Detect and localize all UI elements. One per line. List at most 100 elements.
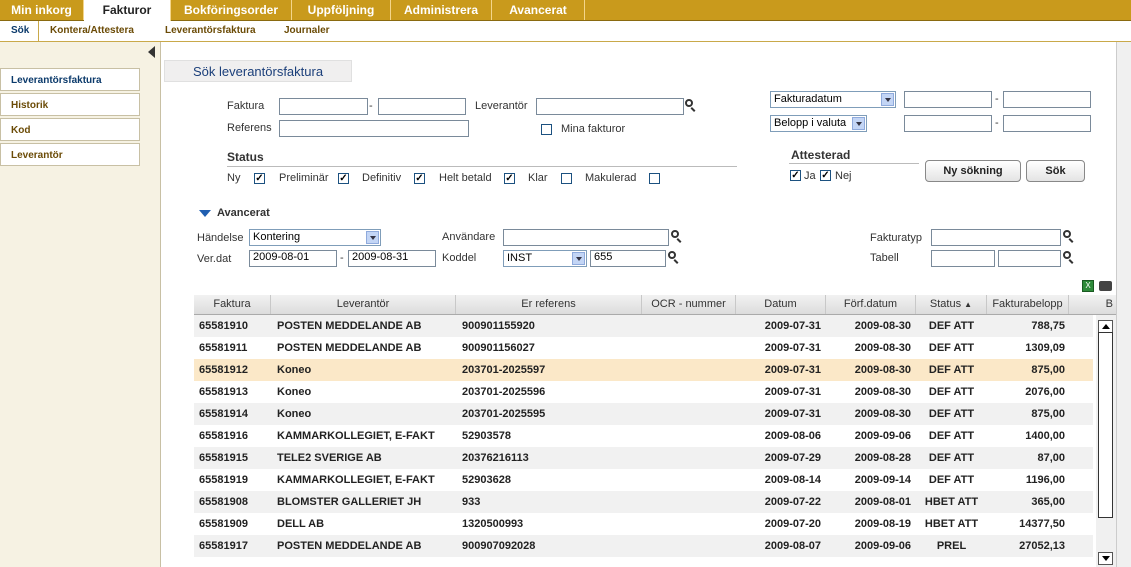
table-row[interactable]: 65581911 POSTEN MEDDELANDE AB 900901156027…: [194, 337, 1093, 359]
table-row[interactable]: 65581915 TELE2 SVERIGE AB 20376216113 2009-…: [194, 447, 1093, 469]
excel-export-icon[interactable]: X: [1082, 280, 1094, 292]
cell-fakturabelopp: 27052,13: [1019, 540, 1065, 552]
verdat-from-input[interactable]: 2009-08-01: [249, 250, 337, 267]
anvandare-input[interactable]: [503, 229, 669, 246]
leverantor-search-icon[interactable]: [685, 99, 693, 107]
column-header-ocr[interactable]: OCR - nummer: [642, 295, 736, 314]
column-header-fakturabelopp[interactable]: Fakturabelopp: [987, 295, 1069, 314]
new-search-button[interactable]: Ny sökning: [925, 160, 1021, 182]
table-row[interactable]: 65581917 POSTEN MEDDELANDE AB 900907092028…: [194, 535, 1093, 557]
faktura-dash: -: [369, 100, 373, 112]
column-header-forf-datum[interactable]: Förf.datum: [826, 295, 916, 314]
cell-faktura: 65581908: [199, 496, 248, 508]
tab-bokforingsorder[interactable]: Bokföringsorder: [171, 0, 292, 20]
sidebar-item-leverantorsfaktura[interactable]: Leverantörsfaktura: [0, 68, 140, 91]
table-row[interactable]: 65581916 KAMMARKOLLEGIET, E-FAKT 52903578 2…: [194, 425, 1093, 447]
page-scroll-up-icon[interactable]: [1119, 44, 1131, 54]
referens-input[interactable]: [279, 120, 469, 137]
faktura-from-input[interactable]: [279, 98, 368, 115]
table-row[interactable]: 65581919 KAMMARKOLLEGIET, E-FAKT 52903628 2…: [194, 469, 1093, 491]
column-header-b[interactable]: B: [1069, 295, 1116, 314]
scroll-down-icon[interactable]: [1098, 552, 1113, 565]
anvandare-search-icon[interactable]: [671, 230, 679, 238]
status-ny-checkbox[interactable]: ✓: [254, 173, 265, 184]
main-content: Sök leverantörsfaktura Faktura - Leveran…: [161, 42, 1116, 567]
collapse-sidebar-icon[interactable]: [148, 46, 155, 58]
amount-type-select[interactable]: Belopp i valuta: [770, 115, 867, 132]
cell-status: DEF ATT: [928, 320, 975, 332]
scroll-thumb[interactable]: [1098, 332, 1113, 518]
status-divider: [227, 166, 737, 167]
verdat-to-input[interactable]: 2009-08-31: [348, 250, 436, 267]
fakturatyp-input[interactable]: [931, 229, 1061, 246]
leverantor-input[interactable]: [536, 98, 684, 115]
table-row[interactable]: 65581910 POSTEN MEDDELANDE AB 900901155920…: [194, 315, 1093, 337]
cell-status: DEF ATT: [928, 452, 975, 464]
date-from-input[interactable]: [904, 91, 992, 108]
cell-forf-datum: 2009-08-30: [854, 364, 911, 376]
attesterad-ja-checkbox[interactable]: ✓: [790, 170, 801, 181]
table-row[interactable]: 65581909 DELL AB 1320500993 2009-07-20 2009-…: [194, 513, 1093, 535]
print-icon[interactable]: [1099, 281, 1112, 291]
koddel-input[interactable]: 655: [590, 250, 666, 267]
amount-to-input[interactable]: [1003, 115, 1091, 132]
status-definitiv-checkbox[interactable]: ✓: [414, 173, 425, 184]
advanced-title[interactable]: Avancerat: [217, 207, 270, 219]
handelse-select[interactable]: Kontering: [249, 229, 381, 246]
status-klar-label: Klar: [528, 172, 548, 184]
cell-datum: 2009-07-31: [764, 364, 821, 376]
status-preliminar-checkbox[interactable]: ✓: [338, 173, 349, 184]
tab-avancerat[interactable]: Avancerat: [492, 0, 585, 20]
sub-nav-bar: Sök Kontera/Attestera Leverantörsfaktura…: [0, 21, 1131, 42]
mina-fakturor-checkbox[interactable]: [541, 124, 552, 135]
table-row[interactable]: 65581908 BLOMSTER GALLERIET JH 933 2009-07-…: [194, 491, 1093, 513]
cell-forf-datum: 2009-08-19: [854, 518, 911, 530]
tab-administrera[interactable]: Administrera: [391, 0, 492, 20]
page-scrollbar[interactable]: [1116, 42, 1131, 567]
cell-leverantor: POSTEN MEDDELANDE AB: [277, 342, 422, 354]
amount-from-input[interactable]: [904, 115, 992, 132]
sidebar-item-kod[interactable]: Kod: [0, 118, 140, 141]
tab-uppfoljning[interactable]: Uppföljning: [292, 0, 391, 20]
cell-leverantor: BLOMSTER GALLERIET JH: [277, 496, 422, 508]
column-header-datum[interactable]: Datum: [736, 295, 826, 314]
subtab-leverantorsfaktura[interactable]: Leverantörsfaktura: [165, 21, 256, 41]
attesterad-ja-label: Ja: [804, 170, 816, 182]
tabell-search-icon[interactable]: [1063, 251, 1071, 259]
divider: [38, 21, 39, 41]
status-makulerad-checkbox[interactable]: [649, 173, 660, 184]
column-header-status[interactable]: Status ▲: [916, 295, 987, 314]
search-button[interactable]: Sök: [1026, 160, 1085, 182]
cell-ocr: [646, 535, 734, 557]
table-row[interactable]: 65581914 Koneo 203701-2025595 2009-07-31 200…: [194, 403, 1093, 425]
date-to-input[interactable]: [1003, 91, 1091, 108]
fakturatyp-search-icon[interactable]: [1063, 230, 1071, 238]
tab-fakturor[interactable]: Fakturor: [84, 0, 171, 21]
sidebar-item-leverantor[interactable]: Leverantör: [0, 143, 140, 166]
attesterad-nej-checkbox[interactable]: ✓: [820, 170, 831, 181]
table-row[interactable]: 65581912 Koneo 203701-2025597 2009-07-31 200…: [194, 359, 1093, 381]
status-helt-betald-checkbox[interactable]: ✓: [504, 173, 515, 184]
column-header-er-referens[interactable]: Er referens: [456, 295, 642, 314]
column-header-faktura[interactable]: Faktura: [194, 295, 271, 314]
subtab-kontera-attestera[interactable]: Kontera/Attestera: [50, 21, 134, 41]
expand-advanced-icon[interactable]: [199, 210, 211, 217]
sidebar-item-historik[interactable]: Historik: [0, 93, 140, 116]
tab-min-inkorg[interactable]: Min inkorg: [0, 0, 84, 20]
subtab-sok[interactable]: Sök: [11, 21, 29, 41]
table-row[interactable]: 65581913 Koneo 203701-2025596 2009-07-31 200…: [194, 381, 1093, 403]
top-nav-bar: Min inkorg Fakturor Bokföringsorder Uppf…: [0, 0, 1131, 21]
koddel-select[interactable]: INST: [503, 250, 587, 267]
faktura-to-input[interactable]: [378, 98, 466, 115]
status-klar-checkbox[interactable]: [561, 173, 572, 184]
tabell-label: Tabell: [870, 252, 899, 264]
column-header-leverantor[interactable]: Leverantör: [271, 295, 456, 314]
date-type-select[interactable]: Fakturadatum: [770, 91, 896, 108]
cell-status: DEF ATT: [928, 430, 975, 442]
tabell-from-input[interactable]: [931, 250, 995, 267]
tabell-to-input[interactable]: [998, 250, 1061, 267]
subtab-journaler[interactable]: Journaler: [284, 21, 330, 41]
handelse-label: Händelse: [197, 232, 244, 244]
koddel-search-icon[interactable]: [668, 251, 676, 259]
grid-scrollbar[interactable]: [1096, 315, 1116, 567]
